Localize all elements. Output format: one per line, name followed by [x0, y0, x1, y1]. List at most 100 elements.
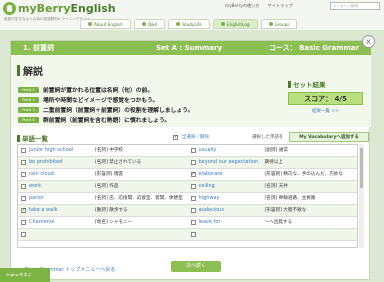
bullet-icon	[176, 22, 181, 26]
word-checkbox[interactable]	[21, 196, 26, 201]
result-title: セット結果	[288, 79, 363, 89]
word-checkbox[interactable]	[190, 171, 196, 177]
word-checkbox[interactable]	[21, 172, 26, 177]
word-cell: ceiling [名詞] 天井	[188, 181, 358, 192]
word-checkbox[interactable]	[190, 148, 196, 153]
word-checkbox[interactable]	[21, 148, 26, 153]
set-title: Set A : Summary	[156, 44, 223, 52]
logo-sub: English	[70, 2, 116, 15]
result-list-link[interactable]: 結果一覧 >>	[288, 108, 363, 114]
word-checkbox[interactable]	[21, 207, 26, 213]
lesson-panel: 1. 前置詞 Set A : Summary コース： Basic Gramma…	[10, 35, 375, 280]
word-cell: highway [名詞] 幹線道路、主要路	[188, 193, 358, 204]
word-cell: rain cloud [形容詞] 雨雲	[18, 169, 188, 180]
tab-qa[interactable]: Q&A	[133, 19, 166, 29]
point-4: Point 4 群前置詞（前置詞を含む熟語）に慣れましょう。	[18, 115, 170, 124]
logo-text: myBerry	[18, 2, 71, 15]
explanation-section: 解説 Point 1 前置詞が置かれる位置は名詞（句）の前。 Point 2 場所や…	[11, 55, 371, 127]
checkbox-icon	[173, 134, 178, 140]
word-term[interactable]: highway	[199, 195, 265, 202]
word-checkbox[interactable]	[21, 160, 26, 165]
tab-studylife[interactable]: StudyLife	[168, 19, 210, 29]
word-cell: beyond our expectation 期待以上	[188, 157, 358, 168]
word-cell: junior high school [名詞] 中学校	[18, 145, 188, 156]
word-meaning: [形容詞] 雨雲	[95, 171, 124, 177]
word-cell: usually [副詞] 通常	[188, 145, 358, 156]
word-checkbox[interactable]	[190, 160, 196, 165]
word-term[interactable]: parlor	[29, 195, 95, 202]
word-cell: audacious [形容詞] 大胆不敵な	[188, 205, 358, 216]
word-term[interactable]: junior high school	[29, 147, 95, 154]
select-all-toggle[interactable]: 全選択／解除	[173, 134, 209, 140]
word-checkbox[interactable]	[190, 220, 196, 225]
word-term[interactable]: work	[29, 183, 95, 190]
tab-groups[interactable]: Groups	[260, 19, 298, 29]
word-checkbox[interactable]	[190, 232, 196, 237]
tab-englishlog[interactable]: EnglishLog	[212, 19, 258, 29]
word-meaning: [名詞] 禁止されている	[95, 159, 142, 165]
word-meaning: [名詞] 店、応接間、応接室、客間、休憩室	[95, 195, 183, 201]
selected-label: 選択した単語を	[252, 135, 284, 140]
title-bar-icon	[17, 65, 20, 76]
word-checkbox[interactable]	[190, 184, 196, 189]
word-checkbox[interactable]	[21, 220, 26, 225]
table-row: junior high school [名詞] 中学校 usually [副詞] 通常	[18, 145, 357, 157]
content-area: 1. 前置詞 Set A : Summary コース： Basic Gramma…	[0, 30, 384, 282]
word-cell: elaborate[形容詞] 精巧な、手の込んだ、巧妙な	[188, 169, 358, 180]
word-term[interactable]: usually	[199, 147, 265, 154]
scrollbar[interactable]	[359, 144, 364, 248]
search-input[interactable]: メッセージ検索	[330, 2, 380, 10]
course-title: コース： Basic Grammar	[269, 44, 359, 52]
word-meaning: 期待以上	[264, 159, 283, 165]
site-logo[interactable]: myBerry English	[3, 2, 116, 15]
point-3: Point 3 二重前置詞（前置詞＋前置詞）の役割を理解しましょう。	[18, 105, 193, 114]
word-term[interactable]: rain cloud	[29, 171, 95, 178]
help-link[interactable]: myBerryの使い方	[225, 3, 260, 9]
bullet-icon	[268, 22, 273, 26]
word-term[interactable]: audacious	[199, 207, 265, 214]
tab-about-english[interactable]: About English	[80, 19, 131, 29]
title-bar-icon	[288, 80, 291, 88]
word-cell: be prohibited [名詞] 禁止されている	[18, 157, 188, 168]
side-tab[interactable]: Englishを学ぶ	[0, 268, 50, 282]
word-checkbox[interactable]	[21, 232, 26, 237]
table-row: parlor [名詞] 店、応接間、応接室、客間、休憩室 highway [名詞] 幹…	[18, 193, 357, 205]
table-row: rain cloud[形容詞] 雨雲elaborate[形容詞] 精巧な、手の込…	[18, 169, 357, 181]
table-row	[18, 229, 357, 241]
scroll-thumb[interactable]	[360, 148, 363, 188]
point-1: Point 1 前置詞が置かれる位置は名詞（句）の前。	[18, 85, 153, 94]
word-meaning: [地名] シャモニー	[95, 219, 133, 225]
unit-title: 1. 前置詞	[23, 44, 54, 52]
score-box: スコア： 4/5	[288, 92, 363, 105]
word-checkbox[interactable]	[190, 196, 196, 201]
next-button[interactable]: 次へ続く	[171, 261, 221, 272]
word-term[interactable]: elaborate	[199, 171, 265, 178]
bullet-icon	[220, 22, 225, 26]
word-table: junior high school [名詞] 中学校 usually [副詞] 通常…	[17, 144, 358, 248]
close-icon[interactable]: ×	[362, 35, 375, 48]
top-links: myBerryの使い方 サイトマップ	[225, 3, 293, 9]
word-term[interactable]: ceiling	[199, 183, 265, 190]
word-meaning: [名詞] 中学校	[95, 147, 124, 153]
word-meaning: [動詞] 散歩する	[95, 207, 128, 213]
add-to-vocabulary-button[interactable]: My Vocabularyへ追加する	[289, 132, 369, 142]
word-checkbox[interactable]	[190, 208, 196, 213]
top-bar: myBerry English 英語が苦手な大人の為の英語教材e-ラーニングサイ…	[0, 0, 384, 30]
set-result: セット結果 スコア： 4/5 結果一覧 >>	[288, 79, 363, 114]
word-term[interactable]: be prohibited	[29, 159, 95, 166]
point-2: Point 2 場所や時間などイメージで感覚をつかもう。	[18, 95, 158, 104]
word-term[interactable]: beyond our expectation	[199, 159, 265, 166]
word-term[interactable]: leave for	[199, 219, 265, 226]
sitemap-link[interactable]: サイトマップ	[268, 3, 293, 9]
bullet-icon	[88, 22, 92, 26]
word-meaning: [名詞] 幹線道路、主要路	[264, 195, 316, 201]
word-term[interactable]: take a walk	[29, 207, 95, 214]
word-cell: take a walk[動詞] 散歩する	[18, 205, 188, 216]
wordlist-header: 単語一覧 全選択／解除 選択した単語を My Vocabularyへ追加する	[11, 131, 371, 143]
word-checkbox[interactable]	[21, 184, 26, 189]
word-term[interactable]: Chamonix	[29, 219, 95, 226]
word-meaning: [副詞] 通常	[264, 147, 288, 153]
berry-icon	[3, 2, 16, 15]
word-meaning: 〜へ出発する	[264, 219, 293, 225]
word-cell: Chamonix [地名] シャモニー	[18, 217, 188, 228]
